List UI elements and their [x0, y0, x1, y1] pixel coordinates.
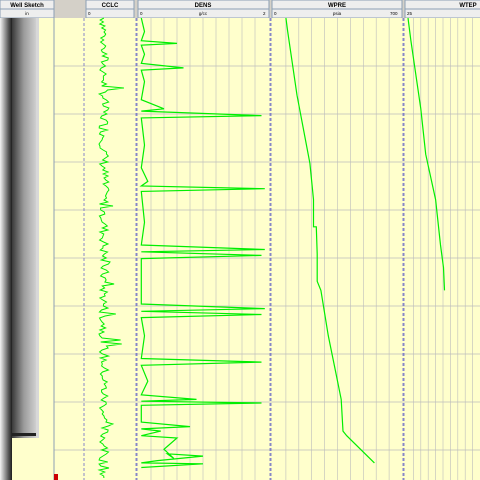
- wpre-track[interactable]: [270, 18, 404, 480]
- wpre-unit: psia: [333, 11, 342, 16]
- well-sketch-title: Well Sketch: [10, 3, 44, 9]
- wtep-left-scale: 25: [407, 11, 413, 16]
- log-viewer: Well Sketch in CCLC 0 DENS g/cc 0 2 WPRE…: [0, 0, 480, 480]
- wpre-right-scale: 700: [390, 11, 398, 16]
- wpre-header[interactable]: WPRE psia 0 700: [271, 0, 403, 19]
- wtep-header[interactable]: WTEP 25: [404, 0, 480, 19]
- track-headers: Well Sketch in CCLC 0 DENS g/cc 0 2 WPRE…: [0, 0, 480, 19]
- cclc-title: CCLC: [102, 3, 119, 9]
- casing-inner: [12, 18, 36, 438]
- well-sketch-unit: in: [25, 11, 29, 16]
- casing-outer: [0, 18, 12, 480]
- dens-unit: g/cc: [199, 11, 208, 16]
- dens-header[interactable]: DENS g/cc 0 2: [137, 0, 270, 19]
- wpre-title: WPRE: [328, 3, 346, 9]
- dens-title: DENS: [195, 3, 212, 9]
- casing-edge: [36, 18, 39, 438]
- depth-marker: [54, 474, 58, 480]
- wtep-track[interactable]: [404, 18, 480, 480]
- depth-track: [54, 18, 84, 480]
- wtep-title: WTEP: [459, 3, 476, 9]
- well-sketch-header[interactable]: Well Sketch in: [0, 0, 55, 19]
- casing-shoe: [12, 433, 38, 436]
- cclc-header[interactable]: CCLC 0: [85, 0, 135, 19]
- cclc-track[interactable]: [84, 18, 136, 480]
